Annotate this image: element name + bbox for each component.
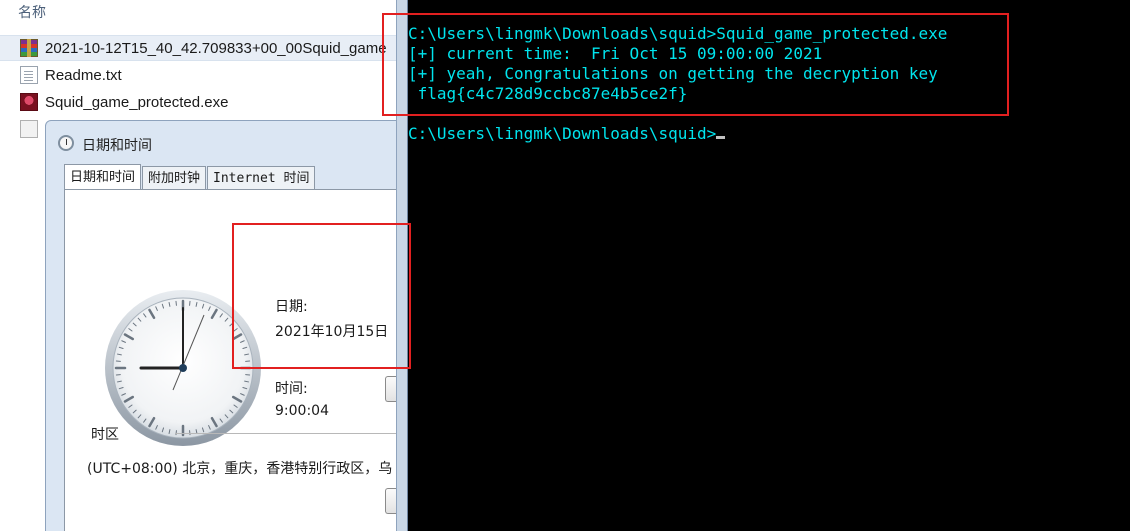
timezone-label: 时区 [91,427,119,443]
console-window-border [396,0,408,531]
timezone-divider [175,433,415,434]
desktop-screenshot: 名称 2021-10-12T15_40_42.709833+00_00Squid… [0,0,1130,531]
tab-internet-time[interactable]: Internet 时间 [207,166,316,190]
exe-file-icon [20,93,38,111]
tab-date-time[interactable]: 日期和时间 [64,164,142,191]
tab-panel: 日期: 2021年10月15日 时间: 9:00:04 时区 (UTC+08:0… [64,189,415,531]
date-value: 2021年10月15日 [275,324,389,340]
text-file-icon [20,66,38,84]
clock-icon [58,135,74,151]
file-icon [20,120,38,138]
file-name: Squid_game_protected.exe [45,93,229,111]
time-value: 9:00:04 [275,403,329,419]
dialog-title: 日期和时间 [82,138,152,154]
console-line-command: C:\Users\lingmk\Downloads\squid>Squid_ga… [408,24,948,43]
column-header-name[interactable]: 名称 [18,2,46,22]
tab-additional-clocks[interactable]: 附加时钟 [142,166,207,190]
file-name: 2021-10-12T15_40_42.709833+00_00Squid_ga… [45,39,387,57]
console-line-current-time: [+] current time: Fri Oct 15 09:00:00 20… [408,44,823,63]
analog-clock [105,290,261,446]
console-line-congrats: [+] yeah, Congratulations on getting the… [408,64,938,83]
date-time-dialog: 日期和时间 日期和时间 附加时钟 Internet 时间 日期: 2021年10… [45,120,415,531]
file-row-readme[interactable]: Readme.txt [0,62,400,88]
console-line-flag: flag{c4c728d9ccbc87e4b5ce2f} [408,84,688,103]
file-name: Readme.txt [45,66,122,84]
file-row-exe[interactable]: Squid_game_protected.exe [0,89,400,115]
winrar-archive-icon [20,39,38,57]
time-label: 时间: [275,381,308,397]
console-prompt[interactable]: C:\Users\lingmk\Downloads\squid> [408,124,726,144]
date-label: 日期: [275,299,308,315]
console-window[interactable]: C:\Users\lingmk\Downloads\squid>Squid_ga… [408,0,1130,531]
file-row-archive[interactable]: 2021-10-12T15_40_42.709833+00_00Squid_ga… [0,35,400,61]
dialog-tabs: 日期和时间 附加时钟 Internet 时间 [64,163,316,191]
timezone-value: (UTC+08:00) 北京，重庆，香港特别行政区，乌 [87,461,393,477]
console-prompt-text: C:\Users\lingmk\Downloads\squid> [408,124,717,143]
text-cursor [716,136,726,139]
